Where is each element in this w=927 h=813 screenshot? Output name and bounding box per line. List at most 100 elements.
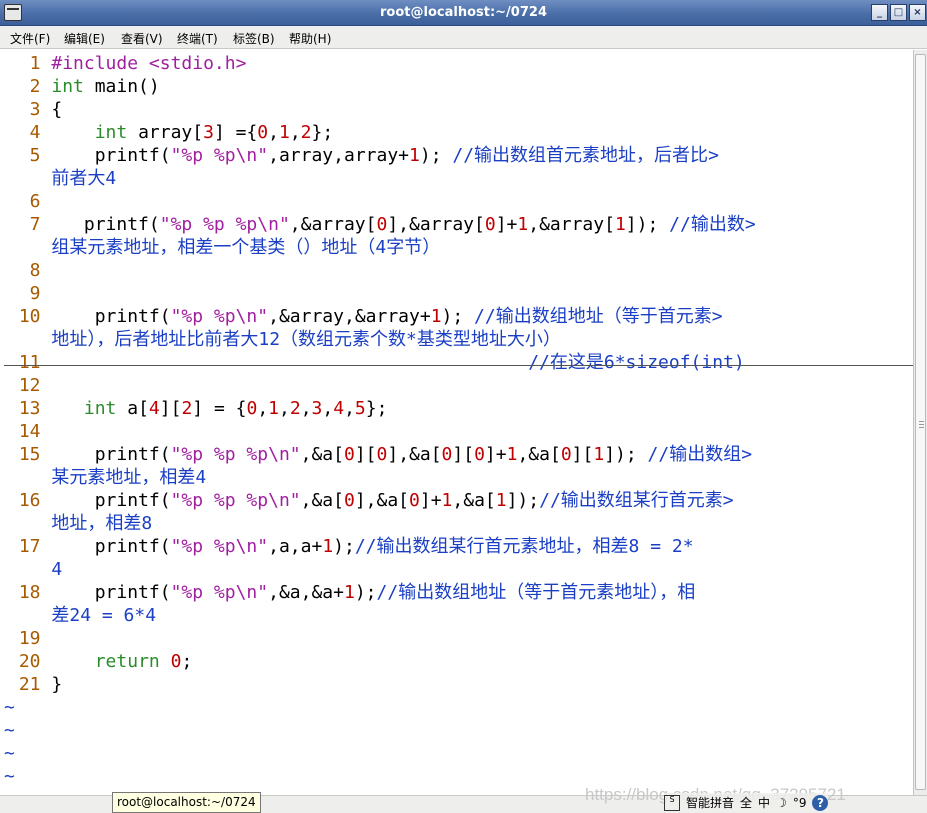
code-token: ]); [506,490,540,511]
editor-line[interactable]: 4 [8,558,62,581]
line-number: 11 [8,352,52,373]
minimize-button[interactable]: _ [871,4,888,21]
code-token: array[ [127,122,204,143]
ime-moon-icon[interactable]: ☽ [776,796,787,810]
code-comment: 4 [51,559,63,580]
code-token: ] ={ [213,122,258,143]
ime-logo-icon[interactable]: S [664,794,680,811]
code-comment: > [741,444,753,465]
line-number: 8 [8,260,52,281]
editor-line[interactable]: 21 } [8,673,62,696]
editor-line[interactable]: ~ [4,696,15,719]
code-token: ][ [452,444,475,465]
code-token: ,&a[ [300,490,344,511]
code-token: { [51,99,63,120]
editor-line[interactable]: 6 [8,190,51,213]
line-number: 19 [8,628,52,649]
editor-line[interactable]: 19 [8,627,51,650]
window-split-divider [4,365,913,366]
editor-line[interactable]: ~ [4,765,15,788]
empty-line-tilde: ~ [4,766,15,787]
editor-line[interactable]: 15 printf("%p %p %p\n",&a[0][0],&a[0][0]… [8,443,752,466]
code-token: 4 [333,398,345,419]
editor-line[interactable]: 某元素地址，相差4 [8,466,206,489]
code-comment: //输出数 [669,214,745,235]
editor-line[interactable]: 12 [8,374,51,397]
code-token: , [344,398,355,419]
editor-line[interactable]: 2 int main() [8,75,160,98]
ime-punctuation-toggle[interactable]: °9 [793,796,807,810]
menu-tabs[interactable]: 标签(B) [233,30,275,47]
window-titlebar: root@localhost:~/0724 _ □ × [0,0,927,26]
code-token: ]+ [495,214,518,235]
code-token: 0 [257,122,269,143]
editor-line[interactable]: 18 printf("%p %p\n",&a,&a+1);//输出数组地址（等于… [8,581,695,604]
editor-line[interactable]: ~ [4,719,15,742]
menu-terminal[interactable]: 终端(T) [177,30,218,47]
editor-line[interactable]: 14 [8,420,51,443]
code-token: 1 [495,490,507,511]
editor-line[interactable]: 10 printf("%p %p\n",&array,&array+1); //… [8,305,723,328]
code-token: int [94,122,128,143]
close-button[interactable]: × [909,4,926,21]
editor-line[interactable]: 前者大4 [8,167,116,190]
help-icon[interactable]: ? [812,794,829,811]
code-token: ,&a,&a+ [268,582,344,603]
editor-line[interactable]: 16 printf("%p %p %p\n",&a[0],&a[0]+1,&a[… [8,489,734,512]
menu-help[interactable]: 帮助(H) [289,30,331,47]
editor-line[interactable]: 差24 = 6*4 [8,604,156,627]
editor-line[interactable]: ~ [4,742,15,765]
code-token: , [322,398,334,419]
maximize-button[interactable]: □ [890,4,907,21]
ime-mode-label[interactable]: 智能拼音 [686,794,734,811]
code-comment: 某元素地址，相差4 [51,467,207,488]
editor-line[interactable]: 13 int a[4][2] = {0,1,2,3,4,5}; [8,397,388,420]
vim-editor-area[interactable]: 1 #include <stdio.h> 2 int main() 3 { 4 … [0,50,913,795]
code-token: , [257,398,269,419]
code-token: } [51,674,63,695]
editor-line[interactable]: 3 { [8,98,63,121]
scrollbar-thumb[interactable] [915,54,926,790]
editor-line[interactable]: 9 [8,282,51,305]
menu-view[interactable]: 查看(V) [121,30,163,47]
ime-fullwidth-toggle[interactable]: 全 [740,794,752,811]
code-token: 5 [354,398,366,419]
code-token: ],&array[ [387,214,485,235]
editor-line[interactable]: 20 return 0; [8,650,192,673]
code-token: ,a,a+ [268,536,323,557]
menu-file[interactable]: 文件(F) [10,30,50,47]
line-number: 10 [8,306,52,327]
code-comment: //输出数组地址（等于首元素 [474,306,712,327]
menu-edit[interactable]: 编辑(E) [64,30,105,47]
editor-line[interactable]: 11 //在这是6*sizeof(int) [8,351,745,374]
editor-line[interactable]: 组某元素地址，相差一个基类（）地址（4字节） [8,236,440,259]
editor-line[interactable]: 8 [8,259,51,282]
line-number: 13 [8,398,52,419]
code-token: ]); [625,214,670,235]
editor-line[interactable]: 7 printf("%p %p %p\n",&array[0],&array[0… [8,213,756,236]
vertical-scrollbar[interactable] [913,50,927,795]
editor-line[interactable]: 1 #include <stdio.h> [8,52,247,75]
line-number: 6 [8,191,52,212]
code-token: ][ [571,444,594,465]
code-comment: //输出数组地址（等于首元素地址），相 [376,582,696,603]
editor-line[interactable]: 地址），后者地址比前者大12（数组元素个数*基类型地址大小） [8,328,561,351]
code-token: ,&a[ [300,444,344,465]
code-token: "%p %p\n" [170,306,269,327]
code-token: , [300,398,312,419]
code-token: , [268,122,279,143]
ime-language-toggle[interactable]: 中 [758,794,770,811]
code-token: ,&array[ [289,214,377,235]
ime-toolbar: S 智能拼音 全 中 ☽ °9 ? [664,793,829,812]
editor-line[interactable]: 4 int array[3] ={0,1,2}; [8,121,334,144]
editor-line[interactable]: 17 printf("%p %p\n",a,a+1);//输出数组某行首元素地址… [8,535,694,558]
code-token: }; [311,122,334,143]
editor-line[interactable]: 地址，相差8 [8,512,152,535]
editor-line[interactable]: 5 printf("%p %p\n",array,array+1); //输出数… [8,144,719,167]
code-comment: 前者大4 [51,168,117,189]
